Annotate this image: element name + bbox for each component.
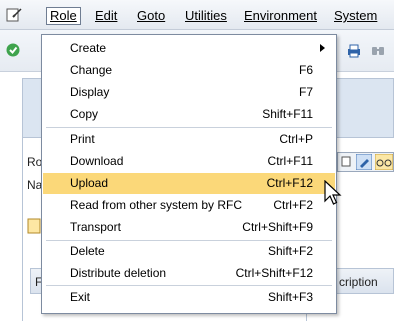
enter-icon[interactable] — [6, 43, 20, 57]
menu-item-delete[interactable]: Delete Shift+F2 — [43, 241, 335, 262]
menu-item-read-rfc[interactable]: Read from other system by RFC Ctrl+F2 — [43, 195, 335, 216]
submenu-arrow-icon — [320, 44, 325, 52]
menu-utilities-label: Utilities — [185, 8, 227, 23]
menu-item-print[interactable]: Print Ctrl+P — [43, 129, 335, 150]
menu-item-download[interactable]: Download Ctrl+F11 — [43, 151, 335, 172]
menu-item-label: Transport — [70, 220, 121, 234]
menu-item-label: Display — [70, 85, 110, 99]
menu-item-display[interactable]: Display F7 — [43, 82, 335, 103]
copy-icon[interactable] — [340, 155, 354, 169]
menu-bar: Role Edit Goto Utilities Environment Sys… — [0, 0, 394, 30]
other-role-icon[interactable] — [27, 218, 41, 234]
menu-item-transport[interactable]: Transport Ctrl+Shift+F9 — [43, 217, 335, 238]
menu-item-shortcut: Ctrl+Shift+F9 — [242, 220, 313, 234]
menu-item-shortcut: Ctrl+F11 — [267, 154, 313, 168]
mouse-cursor-icon — [324, 180, 342, 205]
menu-environment-label: Environment — [244, 8, 317, 23]
menu-item-label: Read from other system by RFC — [70, 198, 243, 212]
print-icon[interactable] — [346, 43, 362, 59]
menu-environment[interactable]: Environment — [244, 8, 317, 24]
menu-item-copy[interactable]: Copy Shift+F11 — [43, 104, 335, 125]
find-icon[interactable] — [370, 43, 386, 59]
menu-item-upload[interactable]: Upload Ctrl+F12 — [43, 173, 335, 194]
menu-role-label: Role — [50, 8, 77, 23]
menu-item-label: Download — [70, 154, 124, 168]
menu-item-shortcut: F6 — [298, 63, 313, 77]
menu-system[interactable]: System — [334, 8, 377, 24]
menu-item-exit[interactable]: Exit Shift+F3 — [43, 287, 335, 308]
menu-utilities[interactable]: Utilities — [185, 8, 227, 24]
menu-edit[interactable]: Edit — [95, 8, 117, 24]
table-col-description: cription — [339, 275, 378, 289]
menu-item-shortcut: Shift+F3 — [267, 290, 313, 304]
role-toolbar — [337, 152, 394, 172]
menu-item-label: Copy — [70, 107, 99, 121]
menu-item-shortcut: Ctrl+Shift+F12 — [235, 266, 313, 280]
menu-item-shortcut: Ctrl+F12 — [266, 176, 313, 190]
menu-goto-label: Goto — [137, 8, 166, 23]
menu-item-shortcut: F7 — [298, 85, 313, 99]
menu-item-create[interactable]: Create — [43, 38, 335, 59]
body-divider — [22, 138, 23, 321]
menu-separator — [46, 127, 332, 128]
menu-item-label: Delete — [70, 244, 105, 258]
menu-item-shortcut: Shift+F2 — [267, 244, 313, 258]
menu-role[interactable]: Role — [46, 7, 81, 25]
menu-item-label: Upload — [70, 176, 109, 190]
menu-item-change[interactable]: Change F6 — [43, 60, 335, 81]
edit-pencil-icon[interactable] — [356, 154, 372, 170]
menu-item-shortcut: Ctrl+P — [279, 132, 313, 146]
display-glasses-icon[interactable] — [375, 154, 393, 170]
menu-system-label: System — [334, 8, 378, 23]
menu-item-shortcut: Shift+F11 — [262, 107, 313, 121]
menu-item-distribute-deletion[interactable]: Distribute deletion Ctrl+Shift+F12 — [43, 263, 335, 284]
menu-item-label: Distribute deletion — [70, 266, 167, 280]
menu-goto[interactable]: Goto — [137, 8, 165, 24]
role-dropdown-menu: Create Change F6 Display F7 Copy Shift+F… — [41, 34, 337, 314]
menu-item-shortcut: Ctrl+F2 — [273, 198, 313, 212]
menu-item-label: Change — [70, 63, 113, 77]
menu-edit-label: Edit — [95, 8, 118, 23]
menu-separator — [46, 285, 332, 286]
app-menu-icon[interactable] — [6, 7, 22, 23]
menu-item-label: Print — [70, 132, 95, 146]
menu-item-label: Exit — [70, 290, 91, 304]
menu-item-label: Create — [70, 41, 107, 55]
